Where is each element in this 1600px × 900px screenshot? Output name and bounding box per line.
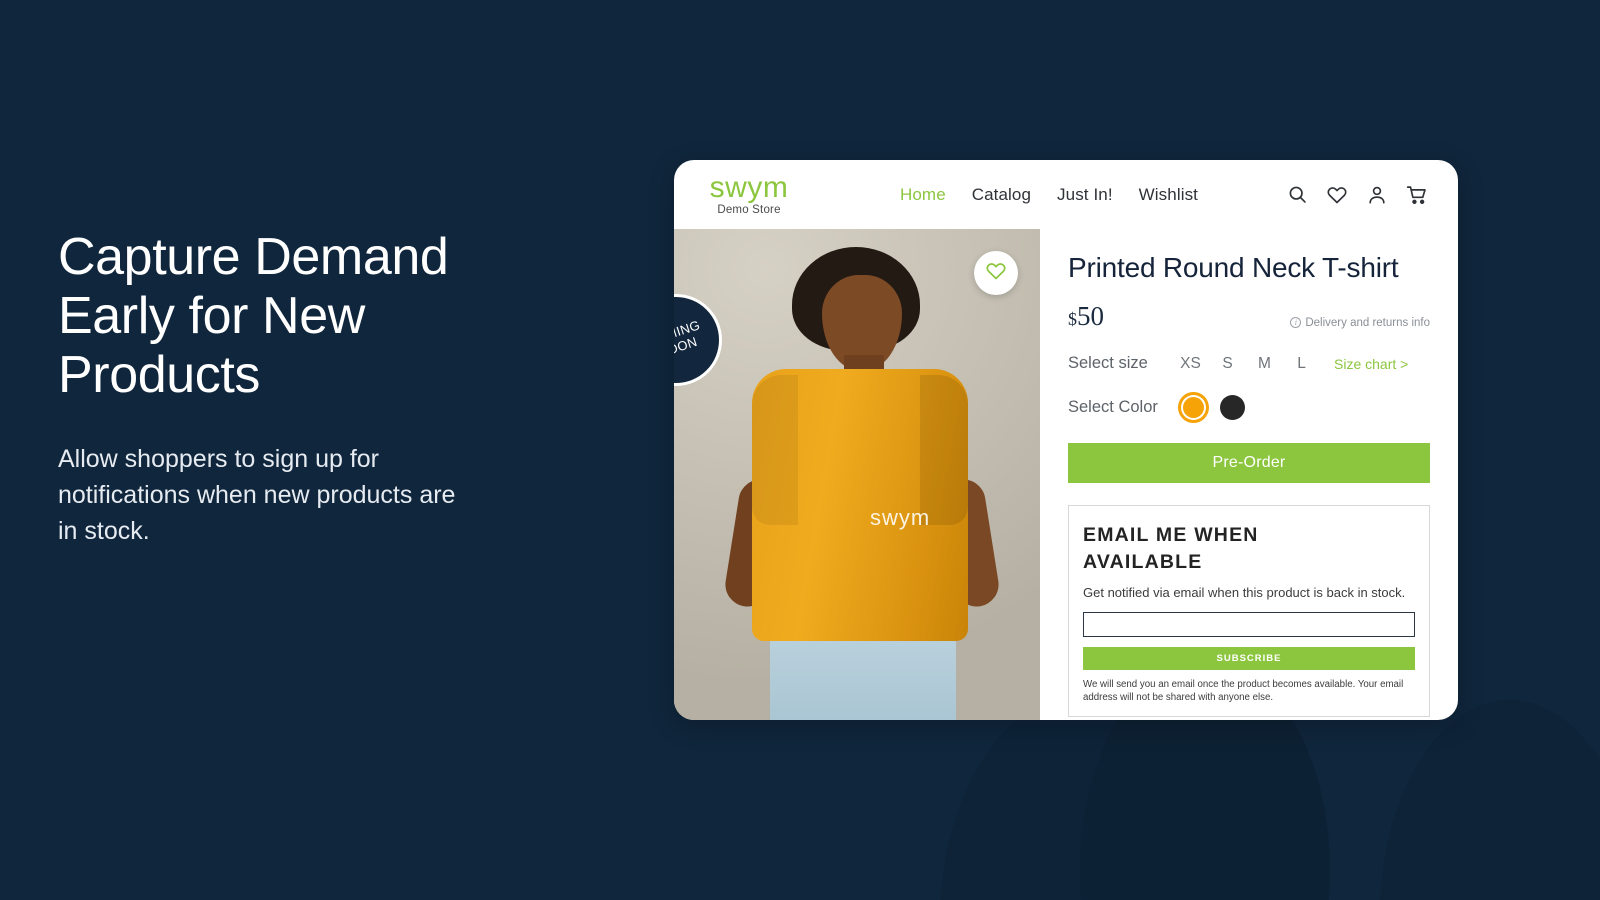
color-options [1181,395,1245,420]
shirt-logo: swym [870,505,931,530]
select-size-label: Select size [1068,354,1148,372]
privacy-note: We will send you an email once the produ… [1083,679,1404,703]
back-in-stock-description: Get notified via email when this product… [1083,585,1406,600]
nav-item-just-in[interactable]: Just In! [1057,185,1113,205]
header-icons [1287,184,1428,206]
nav-item-home[interactable]: Home [900,185,946,205]
search-icon[interactable] [1287,184,1308,205]
product-image[interactable]: swym COMING SOON [674,229,1040,720]
price-value: 50 [1077,301,1104,331]
size-option-xs[interactable]: XS [1172,355,1209,373]
price-row: $50 i Delivery and returns info [1068,301,1430,332]
size-chart-link[interactable]: Size chart > [1334,356,1408,372]
back-in-stock-title: EMAIL ME WHEN AVAILABLE [1083,524,1259,573]
size-option-s[interactable]: S [1209,355,1246,373]
back-in-stock-card: EMAIL ME WHEN AVAILABLE Get notified via… [1068,505,1430,717]
heart-icon[interactable] [1326,184,1348,206]
color-swatch-black[interactable] [1220,395,1245,420]
product-tshirt [752,369,968,641]
email-input[interactable] [1083,612,1415,637]
currency-symbol: $ [1068,309,1077,329]
store-header: swym Demo Store Home Catalog Just In! Wi… [674,160,1458,229]
coming-soon-label: COMING SOON [674,317,703,361]
demo-store-card: swym Demo Store Home Catalog Just In! Wi… [674,160,1458,720]
account-icon[interactable] [1366,184,1388,206]
subscribe-button[interactable]: SUBSCRIBE [1083,647,1415,670]
cart-icon[interactable] [1406,184,1428,206]
heart-icon [984,260,1008,287]
product-info-panel: Printed Round Neck T-shirt $50 i Deliver… [1040,229,1458,720]
product-title: Printed Round Neck T-shirt [1068,252,1399,283]
hero-subtitle: Allow shoppers to sign up for notificati… [58,445,456,545]
info-icon: i [1290,317,1302,328]
size-options: XS S M L [1172,355,1320,373]
delivery-info-label: Delivery and returns info [1305,316,1430,329]
add-to-wishlist-button[interactable] [974,251,1018,295]
main-nav: Home Catalog Just In! Wishlist [900,185,1198,205]
nav-item-wishlist[interactable]: Wishlist [1139,185,1198,205]
background-blob-right [1380,700,1600,900]
brand-tagline: Demo Store [717,204,781,216]
pre-order-button[interactable]: Pre-Order [1068,443,1430,483]
nav-item-catalog[interactable]: Catalog [972,185,1031,205]
delivery-and-returns-info[interactable]: i Delivery and returns info [1290,317,1430,329]
background-blob-left [940,690,1240,900]
hero-section: Capture Demand Early for New Products Al… [58,228,578,549]
size-option-l[interactable]: L [1283,355,1320,373]
brand[interactable]: swym Demo Store [688,171,808,217]
color-selector-row: Select Color [1068,395,1430,420]
color-swatch-yellow[interactable] [1181,395,1206,420]
hero-title: Capture Demand Early for New Products [58,228,449,404]
product-price: $50 [1068,301,1104,332]
select-color-label: Select Color [1068,398,1158,416]
store-body: swym COMING SOON Printed Round Neck T-sh… [674,229,1458,720]
brand-logo: swym [709,171,789,204]
size-option-m[interactable]: M [1246,355,1283,373]
size-selector-row: Select size XS S M L Size chart > [1068,354,1430,373]
